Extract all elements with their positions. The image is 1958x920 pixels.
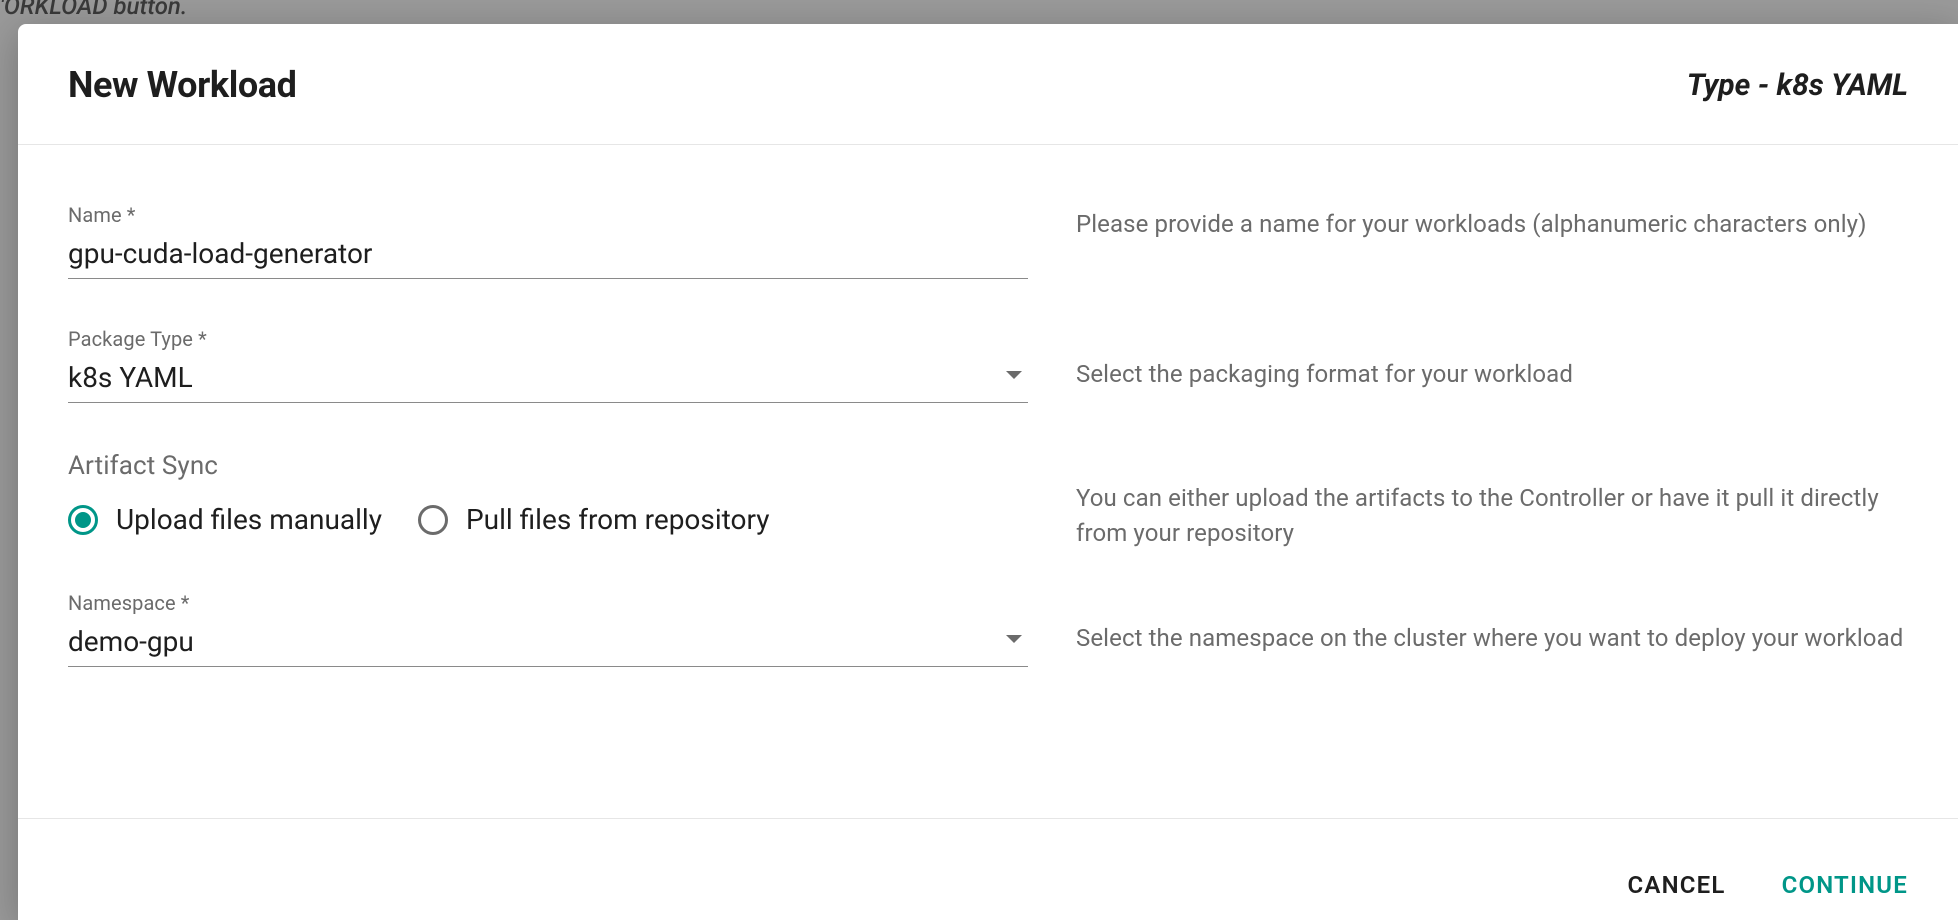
radio-label-pull: Pull files from repository bbox=[466, 503, 770, 536]
modal-header: New Workload Type - k8s YAML bbox=[18, 24, 1958, 145]
namespace-select[interactable]: demo-gpu bbox=[68, 621, 1028, 667]
modal-title: New Workload bbox=[68, 64, 297, 106]
name-input[interactable] bbox=[68, 233, 1028, 279]
name-label: Name * bbox=[68, 203, 1028, 227]
artifact-sync-radio-group: Upload files manually Pull files from re… bbox=[68, 503, 1028, 536]
field-row-package-type: Package Type * k8s YAML Select the packa… bbox=[68, 327, 1908, 403]
continue-button[interactable]: CONTINUE bbox=[1776, 861, 1914, 909]
field-row-name: Name * Please provide a name for your wo… bbox=[68, 203, 1908, 279]
package-type-label: Package Type * bbox=[68, 327, 1028, 351]
modal-type-label: Type - k8s YAML bbox=[1687, 68, 1908, 103]
package-type-select[interactable]: k8s YAML bbox=[68, 357, 1028, 403]
artifact-sync-section-label: Artifact Sync bbox=[68, 451, 1028, 481]
namespace-label: Namespace * bbox=[68, 591, 1028, 615]
radio-icon-unselected bbox=[418, 505, 448, 535]
radio-label-upload: Upload files manually bbox=[116, 503, 382, 536]
field-row-artifact-sync: Artifact Sync Upload files manually Pull… bbox=[68, 451, 1908, 551]
artifact-sync-helper-text: You can either upload the artifacts to t… bbox=[1076, 481, 1908, 551]
new-workload-modal: New Workload Type - k8s YAML Name * Plea… bbox=[18, 24, 1958, 920]
radio-upload-manually[interactable]: Upload files manually bbox=[68, 503, 382, 536]
modal-footer: CANCEL CONTINUE bbox=[18, 818, 1958, 920]
cancel-button[interactable]: CANCEL bbox=[1621, 861, 1731, 909]
name-helper-text: Please provide a name for your workloads… bbox=[1076, 207, 1908, 242]
modal-body: Name * Please provide a name for your wo… bbox=[18, 145, 1958, 818]
radio-pull-from-repo[interactable]: Pull files from repository bbox=[418, 503, 770, 536]
namespace-helper-text: Select the namespace on the cluster wher… bbox=[1076, 621, 1908, 656]
package-type-helper-text: Select the packaging format for your wor… bbox=[1076, 357, 1908, 392]
backdrop-partial-text: 'ORKLOAD button. bbox=[0, 0, 187, 20]
radio-icon-selected bbox=[68, 505, 98, 535]
field-row-namespace: Namespace * demo-gpu Select the namespac… bbox=[68, 591, 1908, 667]
